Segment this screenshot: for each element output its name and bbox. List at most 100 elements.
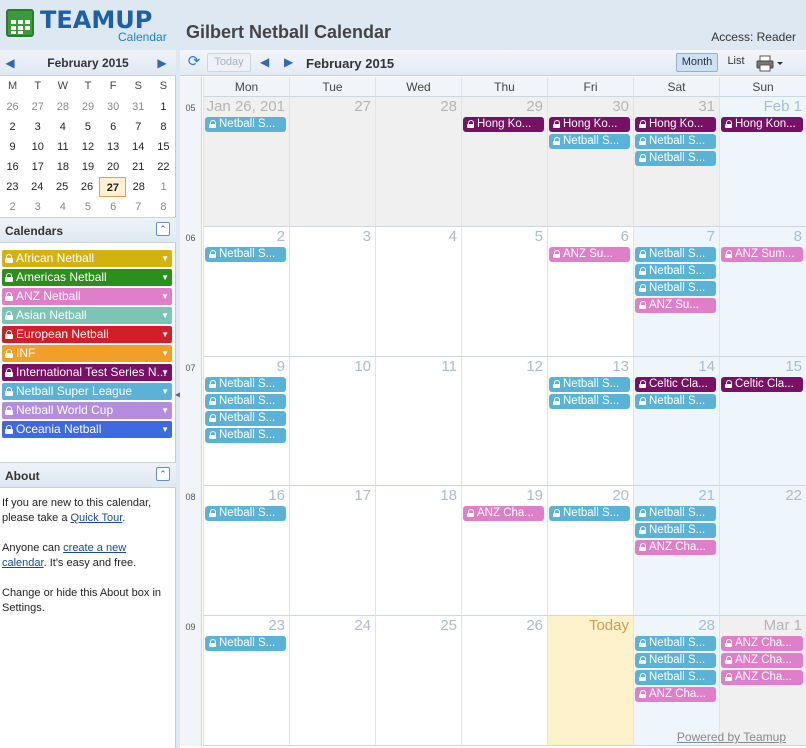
mini-day[interactable]: 25 [50,177,75,197]
chevron-down-icon[interactable]: ▼ [161,307,169,324]
mini-day[interactable]: 2 [0,117,25,137]
event-chip[interactable]: Netball S... [635,281,716,296]
chevron-down-icon[interactable]: ▼ [161,364,169,381]
event-chip[interactable]: ANZ Sum... [721,247,803,262]
mini-day[interactable]: 13 [101,137,126,157]
event-chip[interactable]: Netball S... [205,636,286,651]
event-chip[interactable]: Netball S... [549,506,630,521]
mini-day[interactable]: 5 [75,197,100,217]
event-chip[interactable]: Celtic Cla... [635,377,716,392]
event-chip[interactable]: Netball S... [205,117,286,132]
mini-day[interactable]: 11 [50,137,75,157]
mini-day[interactable]: 24 [25,177,50,197]
event-chip[interactable]: Netball S... [549,377,630,392]
mini-day[interactable]: 20 [101,157,126,177]
day-cell[interactable]: 5 [461,227,547,357]
powered-by-link[interactable]: Powered by Teamup [677,730,786,744]
event-chip[interactable]: ANZ Cha... [721,670,803,685]
collapse-calendars-icon[interactable]: ⌃ [156,222,170,236]
event-chip[interactable]: Hong Ko... [463,117,544,132]
event-chip[interactable]: Netball S... [635,247,716,262]
teamup-logo[interactable]: TEAMUP Calendar [4,6,174,44]
event-chip[interactable]: ANZ Cha... [721,653,803,668]
calendar-item[interactable]: ANZ Netball ▼ [2,288,172,305]
event-chip[interactable]: Netball S... [635,264,716,279]
event-chip[interactable]: ANZ Cha... [635,540,716,555]
day-cell[interactable]: 27 [289,97,375,227]
calendar-item[interactable]: European Netball ▼ [2,326,172,343]
calendar-item[interactable]: INF ▼ [2,345,172,362]
day-cell[interactable]: 28 [375,97,461,227]
next-month-icon[interactable]: ▶ [284,55,293,69]
mini-day[interactable]: 17 [25,157,50,177]
chevron-down-icon[interactable]: ▼ [161,269,169,286]
quick-tour-link[interactable]: Quick Tour [71,512,123,524]
chevron-down-icon[interactable]: ▼ [161,288,169,305]
event-chip[interactable]: Netball S... [635,670,716,685]
mini-day[interactable]: 18 [50,157,75,177]
mini-day[interactable]: 6 [101,197,126,217]
event-chip[interactable]: Netball S... [205,377,286,392]
mini-day[interactable]: 1 [151,177,176,197]
mini-day[interactable]: 23 [0,177,25,197]
event-chip[interactable]: Netball S... [205,506,286,521]
list-view-button[interactable]: List [721,53,751,72]
day-cell[interactable]: 3 [289,227,375,357]
mini-day[interactable]: 5 [75,117,100,137]
mini-day[interactable]: 4 [50,197,75,217]
chevron-down-icon[interactable]: ▼ [161,402,169,419]
event-chip[interactable]: Netball S... [635,506,716,521]
day-cell[interactable]: 26 [461,616,547,746]
event-chip[interactable]: Netball S... [205,394,286,409]
event-chip[interactable]: ANZ Cha... [721,636,803,651]
day-cell[interactable]: 25 [375,616,461,746]
calendar-item[interactable]: Netball Super League ▼ [2,383,172,400]
event-chip[interactable]: ANZ Su... [549,247,630,262]
chevron-down-icon[interactable]: ▼ [161,421,169,438]
mini-day[interactable]: 3 [25,117,50,137]
event-chip[interactable]: Netball S... [549,134,630,149]
mini-day[interactable]: 28 [50,97,75,117]
event-chip[interactable]: Netball S... [549,394,630,409]
day-cell[interactable]: 22 [719,486,806,616]
mini-day[interactable]: 10 [25,137,50,157]
event-chip[interactable]: Netball S... [635,394,716,409]
day-cell[interactable]: 12 [461,357,547,486]
event-chip[interactable]: Netball S... [205,247,286,262]
mini-day[interactable]: 30 [101,97,126,117]
mini-day-today[interactable]: 27 [99,177,127,197]
calendar-item[interactable]: Asian Netball ▼ [2,307,172,324]
mini-day[interactable]: 8 [151,197,176,217]
prev-month-icon[interactable]: ◀ [260,55,269,69]
mini-day[interactable]: 19 [75,157,100,177]
event-chip[interactable]: Celtic Cla... [721,377,803,392]
event-chip[interactable]: ANZ Cha... [635,687,716,702]
mini-day[interactable]: 1 [151,97,176,117]
day-cell[interactable]: 17 [289,486,375,616]
calendar-item[interactable]: International Test Series N... ▼ [2,364,172,381]
month-view-button[interactable]: Month [676,53,718,72]
chevron-down-icon[interactable]: ▼ [161,383,169,400]
mini-day[interactable]: 16 [0,157,25,177]
chevron-down-icon[interactable]: ▼ [161,250,169,267]
event-chip[interactable]: Hong Kon... [721,117,803,132]
mini-day[interactable]: 22 [151,157,176,177]
mini-day[interactable]: 26 [75,177,100,197]
event-chip[interactable]: Netball S... [635,134,716,149]
day-cell[interactable]: 11 [375,357,461,486]
print-icon[interactable] [756,54,786,72]
mini-day[interactable]: 2 [0,197,25,217]
mini-day[interactable]: 3 [25,197,50,217]
mini-next-month-icon[interactable]: ▶ [156,56,168,70]
mini-day[interactable]: 15 [151,137,176,157]
event-chip[interactable]: Netball S... [635,636,716,651]
event-chip[interactable]: ANZ Su... [635,298,716,313]
event-chip[interactable]: Hong Ko... [635,117,716,132]
day-cell[interactable]: 4 [375,227,461,357]
today-button[interactable]: Today [207,53,251,72]
event-chip[interactable]: ANZ Cha... [463,506,544,521]
event-chip[interactable]: Netball S... [205,428,286,443]
calendar-item[interactable]: Oceania Netball ▼ [2,421,172,438]
day-cell[interactable]: 18 [375,486,461,616]
collapse-about-icon[interactable]: ⌃ [156,467,170,481]
